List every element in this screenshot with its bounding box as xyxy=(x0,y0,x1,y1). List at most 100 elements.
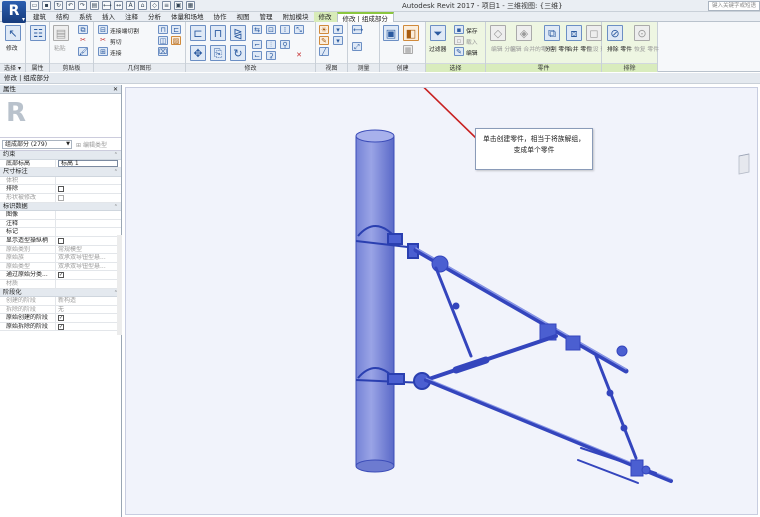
create-parts-icon[interactable]: ◧ xyxy=(403,25,419,41)
tab-structure[interactable]: 结构 xyxy=(51,12,74,22)
property-value[interactable]: ✓ xyxy=(56,314,121,322)
property-row[interactable]: 原始创建的阶段 ✓ xyxy=(0,314,121,323)
redo-icon[interactable]: ↷ xyxy=(78,1,87,10)
property-input[interactable]: 标高 1 xyxy=(58,160,118,168)
property-value[interactable] xyxy=(56,185,121,193)
property-row[interactable]: 原始拆除的阶段 ✓ xyxy=(0,322,121,332)
app-menu-button[interactable]: R ▾ xyxy=(2,1,26,23)
cut-geometry-icon[interactable]: ✂ xyxy=(98,36,108,45)
section-icon[interactable]: ◇ xyxy=(150,1,159,10)
cope-label[interactable]: 连接端切割 xyxy=(110,26,139,35)
scale-icon[interactable]: ⤡ xyxy=(294,25,304,34)
exclude-parts-icon[interactable]: ⊘ xyxy=(607,25,623,41)
tab-collaborate[interactable]: 协作 xyxy=(209,12,232,22)
filter-icon[interactable]: ⏷ xyxy=(430,25,446,41)
property-row[interactable]: 底部标高 标高 1 xyxy=(0,159,121,169)
create-group-icon[interactable]: ▦ xyxy=(403,45,413,54)
property-value[interactable] xyxy=(56,211,121,219)
paint-icon[interactable]: ▨ xyxy=(171,36,181,45)
hide-icon[interactable]: ▾ xyxy=(333,25,343,34)
property-checkbox[interactable] xyxy=(58,186,64,193)
match-type-icon[interactable]: 🖌 xyxy=(78,47,88,56)
property-checkbox[interactable]: ✓ xyxy=(58,323,64,330)
tab-add-ins[interactable]: 附加模块 xyxy=(278,12,314,22)
copy-icon[interactable]: ⧉ xyxy=(78,25,88,34)
modify-cursor-icon[interactable]: ↖ xyxy=(5,25,21,41)
split-face-icon[interactable]: ◫ xyxy=(158,36,168,45)
tab-view[interactable]: 视图 xyxy=(232,12,255,22)
property-value[interactable] xyxy=(56,237,121,245)
wall-joins-icon[interactable]: ⊏ xyxy=(171,25,181,34)
pin-icon[interactable]: ⚲ xyxy=(280,40,290,49)
tab-architecture[interactable]: 建筑 xyxy=(28,12,51,22)
sync-icon[interactable]: ↻ xyxy=(54,1,63,10)
move-arrows-icon[interactable]: ⇆ xyxy=(252,25,262,34)
light-bulb-icon[interactable]: ☀ xyxy=(319,25,329,34)
rotate-icon[interactable]: ↻ xyxy=(230,45,246,61)
tab-annotate[interactable]: 注释 xyxy=(120,12,143,22)
edit-division-icon[interactable]: ◇ xyxy=(490,25,506,41)
property-row[interactable]: 排除 xyxy=(0,185,121,194)
mirror-axis-icon[interactable]: ⧎ xyxy=(230,25,246,41)
measure-icon[interactable]: ⟷ xyxy=(102,1,112,10)
cut-geometry-label[interactable]: 剪切 xyxy=(110,37,122,46)
edit-type-button[interactable]: ⊞ 编辑类型 xyxy=(76,140,107,149)
merge-parts-icon[interactable]: ⧈ xyxy=(566,25,582,41)
view-dropdown-icon[interactable]: ▾ xyxy=(333,36,343,45)
split-icon[interactable]: ⫶ xyxy=(266,40,276,49)
reset-shape-icon[interactable]: ◻ xyxy=(586,25,602,41)
property-value[interactable]: ✓ xyxy=(56,271,121,279)
save-icon[interactable]: ▪ xyxy=(42,1,51,10)
paste-icon[interactable]: ▤ xyxy=(53,25,69,41)
dimension-icon[interactable]: ↔ xyxy=(114,1,123,10)
join-icon[interactable]: ⊞ xyxy=(98,47,108,56)
property-value[interactable]: ✓ xyxy=(56,323,121,331)
property-category[interactable]: 尺寸标注 xyxy=(0,168,121,177)
property-value[interactable] xyxy=(56,220,121,228)
edit-merged-icon[interactable]: ◈ xyxy=(516,25,532,41)
tab-manage[interactable]: 管理 xyxy=(255,12,278,22)
tab-systems[interactable]: 系统 xyxy=(74,12,97,22)
save-selection-icon[interactable]: ▪ xyxy=(454,25,464,34)
linework-icon[interactable]: ╱ xyxy=(319,47,329,56)
property-checkbox[interactable]: ✓ xyxy=(58,315,64,322)
panel-label-select[interactable]: 选择 ▾ xyxy=(0,63,25,72)
thin-lines-icon[interactable]: ≡ xyxy=(162,1,171,10)
unpin-icon[interactable]: ⚳ xyxy=(266,51,276,60)
3d-view-icon[interactable]: ⌂ xyxy=(138,1,147,10)
property-checkbox[interactable]: ✓ xyxy=(58,272,64,279)
save-selection-label[interactable]: 保存 xyxy=(466,26,478,35)
properties-icon[interactable]: ☷ xyxy=(30,25,46,41)
tab-modify-component[interactable]: 修改 | 组成部分 xyxy=(336,12,394,23)
align-icon[interactable]: ⊏ xyxy=(190,25,206,41)
properties-scrollbar[interactable] xyxy=(117,235,122,335)
close-icon[interactable]: ✕ xyxy=(113,85,118,94)
tab-modify[interactable]: 修改 xyxy=(313,12,337,22)
tab-insert[interactable]: 插入 xyxy=(97,12,120,22)
property-row[interactable]: 通过原始分类... ✓ xyxy=(0,271,121,280)
open-icon[interactable]: ▭ xyxy=(30,1,39,10)
demolish-icon[interactable]: ⌧ xyxy=(158,47,168,56)
property-row[interactable]: 标记 xyxy=(0,228,121,237)
measure-distance-icon[interactable]: ⟷ xyxy=(352,25,363,34)
edit-selection-label[interactable]: 编辑 xyxy=(466,48,478,57)
cope-icon[interactable]: ⊟ xyxy=(98,25,108,34)
property-checkbox[interactable] xyxy=(58,237,64,244)
tab-analyze[interactable]: 分析 xyxy=(143,12,166,22)
trim-icon[interactable]: ⌐ xyxy=(252,40,262,49)
restore-parts-icon[interactable]: ⊙ xyxy=(634,25,650,41)
property-category[interactable]: 约束 xyxy=(0,151,121,160)
offset-icon[interactable]: ⊓ xyxy=(210,25,226,41)
drawing-area[interactable]: 单击创建零件，相当于将族解组，变成单个零件 xyxy=(123,85,760,517)
copy-element-icon[interactable]: ⊡ xyxy=(266,25,276,34)
viewcube-icon[interactable] xyxy=(737,152,751,176)
print-icon[interactable]: ▤ xyxy=(90,1,99,10)
property-row[interactable]: 图像 xyxy=(0,211,121,220)
trim-extend-icon[interactable]: ⌙ xyxy=(252,51,262,60)
cut-icon[interactable]: ✂ xyxy=(78,36,88,45)
search-input[interactable]: 键入关键字或短语 xyxy=(708,1,760,11)
override-graphics-icon[interactable]: ✎ xyxy=(319,36,329,45)
close-views-icon[interactable]: ▣ xyxy=(174,1,183,10)
property-value[interactable] xyxy=(56,228,121,236)
copy-move-icon[interactable]: ⎘ xyxy=(210,45,226,61)
